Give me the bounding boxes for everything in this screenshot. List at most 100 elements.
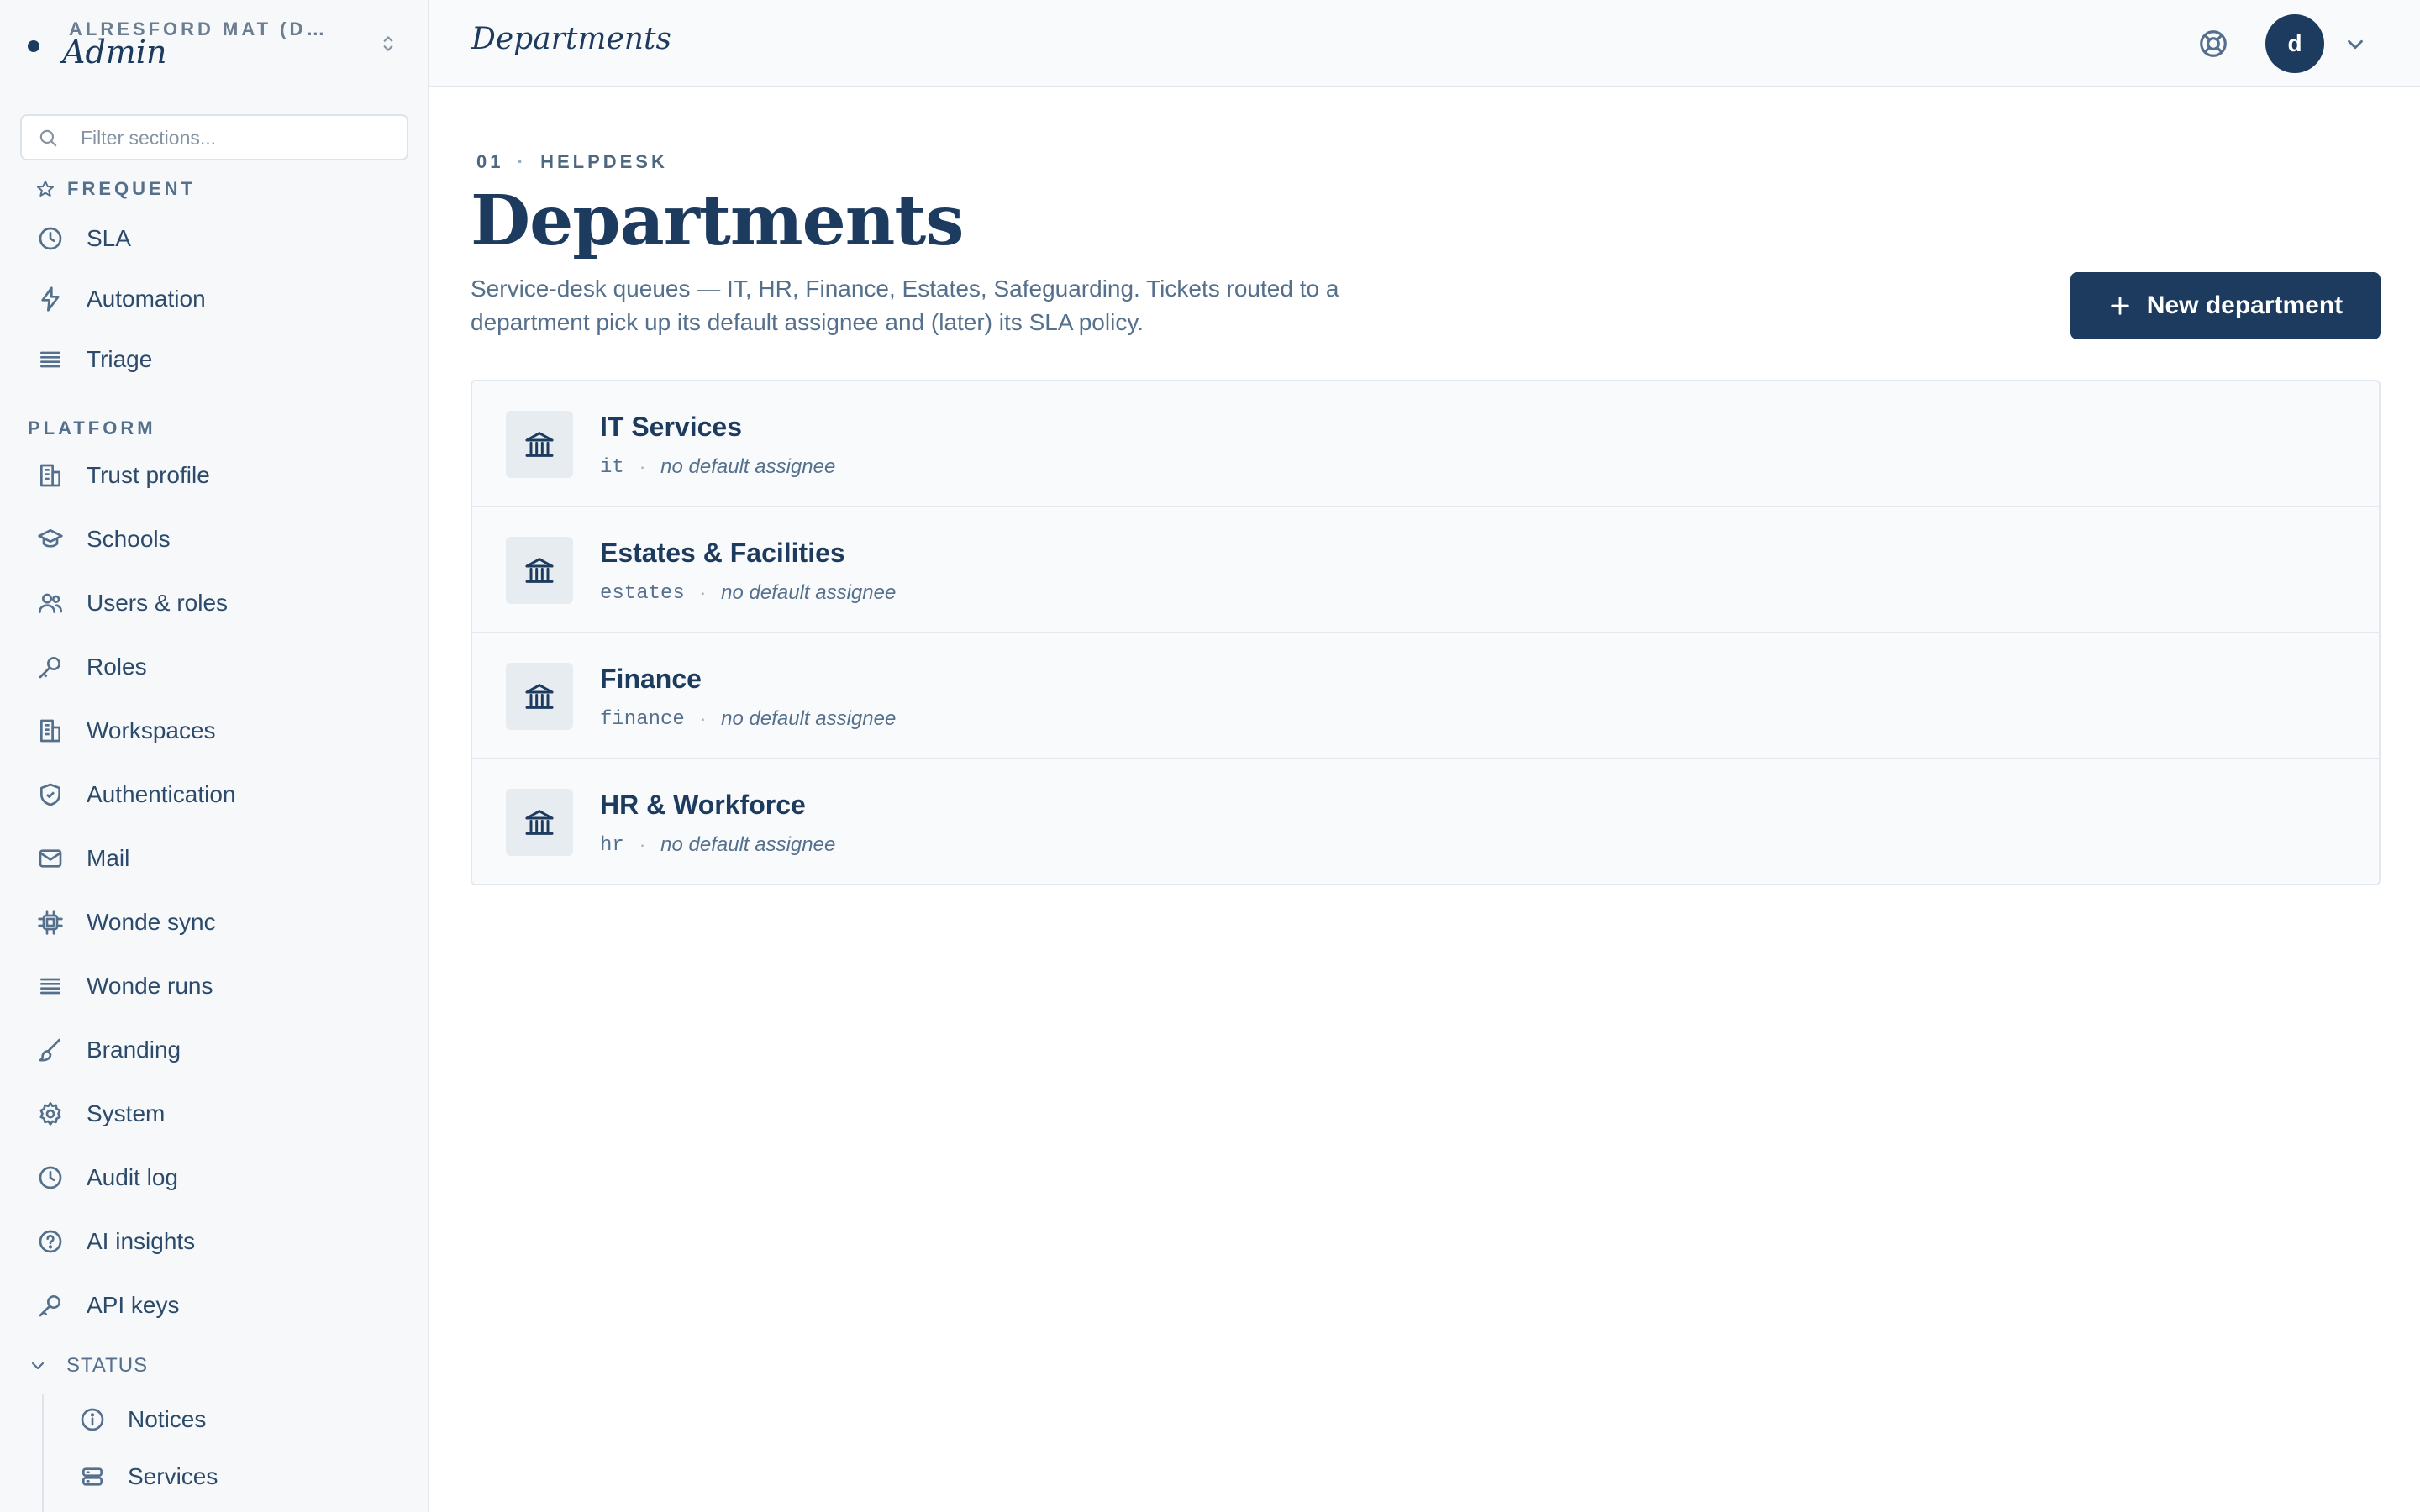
- eyebrow-number: 01: [476, 151, 504, 172]
- department-slug: hr: [600, 833, 624, 857]
- sidebar-item-roles[interactable]: Roles: [20, 641, 408, 693]
- app-name: Admin: [62, 34, 167, 71]
- filter-sections-input[interactable]: [81, 123, 400, 153]
- building-icon: [40, 719, 60, 743]
- sidebar-item-label: Roles: [87, 654, 147, 680]
- sidebar-item-sla[interactable]: SLA: [20, 213, 408, 265]
- new-department-button[interactable]: New department: [2070, 272, 2381, 339]
- sidebar-item-users-roles[interactable]: Users & roles: [20, 577, 408, 629]
- department-assignee: no default assignee: [660, 833, 836, 856]
- department-assignee: no default assignee: [721, 581, 897, 604]
- sidebar-item-label: Trust profile: [87, 462, 210, 488]
- sidebar-item-mail[interactable]: Mail: [20, 832, 408, 885]
- department-list: IT Services it · no default assignee Est…: [471, 380, 2381, 885]
- sidebar-item-authentication[interactable]: Authentication: [20, 769, 408, 821]
- sidebar-item-automation[interactable]: Automation: [20, 273, 408, 325]
- sidebar-item-wonde-runs[interactable]: Wonde runs: [20, 960, 408, 1012]
- sidebar-item-notices[interactable]: Notices: [62, 1394, 408, 1446]
- department-row[interactable]: Estates & Facilities estates · no defaul…: [472, 507, 2379, 633]
- new-department-label: New department: [2146, 291, 2344, 319]
- sidebar-item-label: Mail: [87, 845, 130, 871]
- sidebar-item-api-keys[interactable]: API keys: [20, 1279, 408, 1331]
- lifebuoy-icon[interactable]: [2197, 28, 2229, 60]
- sidebar-item-label: AI insights: [87, 1228, 196, 1254]
- sidebar-item-label: SLA: [87, 225, 131, 251]
- chevron-up-down-icon: [383, 36, 393, 51]
- bolt-icon: [41, 286, 60, 312]
- key-icon: [39, 1295, 60, 1317]
- department-row[interactable]: IT Services it · no default assignee: [472, 381, 2379, 507]
- brush-icon: [39, 1038, 60, 1062]
- sidebar-item-label: Wonde runs: [87, 973, 213, 999]
- sidebar-item-branding[interactable]: Branding: [20, 1024, 408, 1076]
- sidebar-item-services[interactable]: Services: [62, 1451, 408, 1503]
- eyebrow-section: HELPDESK: [540, 151, 668, 172]
- landmark-icon: [525, 432, 554, 457]
- department-name: IT Services: [600, 412, 742, 442]
- eyebrow-separator: ·: [517, 151, 527, 172]
- mail-icon: [39, 849, 62, 868]
- question-icon: [39, 1230, 62, 1253]
- meta-separator: ·: [639, 456, 646, 477]
- sidebar-item-label: Automation: [87, 286, 206, 312]
- plus-icon: [2111, 297, 2129, 315]
- platform-section-label: PLATFORM: [28, 417, 156, 438]
- sidebar-item-workspaces[interactable]: Workspaces: [20, 705, 408, 757]
- filter-sections-field[interactable]: [20, 114, 408, 160]
- list-icon: [40, 978, 60, 995]
- department-row[interactable]: HR & Workforce hr · no default assignee: [472, 759, 2379, 884]
- page-title: Departments: [471, 181, 964, 261]
- sidebar-item-label: Wonde sync: [87, 909, 216, 935]
- org-switcher[interactable]: ALRESFORD MAT (DEMO) Admin: [0, 0, 428, 87]
- department-icon-box: [506, 663, 573, 730]
- clock-icon: [39, 1166, 62, 1189]
- sidebar-item-label: Schools: [87, 526, 171, 552]
- topbar: Departments d: [429, 0, 2420, 87]
- sidebar-item-label: Authentication: [87, 781, 236, 807]
- building-icon: [40, 464, 60, 487]
- sidebar-item-audit-log[interactable]: Audit log: [20, 1152, 408, 1204]
- status-group-guide: [42, 1394, 44, 1512]
- sidebar-item-wonde-sync[interactable]: Wonde sync: [20, 896, 408, 948]
- department-assignee: no default assignee: [721, 707, 897, 730]
- sidebar: ALRESFORD MAT (DEMO) Admin FREQUENT SLA …: [0, 0, 429, 1512]
- department-name: Estates & Facilities: [600, 538, 845, 568]
- chevron-down-icon: [31, 1362, 45, 1370]
- sidebar-item-system[interactable]: System: [20, 1088, 408, 1140]
- sidebar-item-label: Audit log: [87, 1164, 178, 1190]
- landmark-icon: [525, 558, 554, 583]
- frequent-section-label: FREQUENT: [35, 178, 196, 200]
- sidebar-item-label: System: [87, 1100, 166, 1126]
- status-group-toggle[interactable]: STATUS: [28, 1354, 148, 1378]
- sidebar-item-label: Users & roles: [87, 590, 229, 616]
- department-meta: estates · no default assignee: [600, 581, 896, 605]
- sidebar-item-schools[interactable]: Schools: [20, 513, 408, 565]
- star-icon: [37, 181, 54, 197]
- user-avatar[interactable]: d: [2265, 14, 2324, 73]
- topbar-title: Departments: [471, 22, 671, 56]
- list-icon: [40, 351, 60, 368]
- landmark-icon: [525, 684, 554, 709]
- meta-separator: ·: [639, 834, 646, 855]
- search-icon: [39, 129, 57, 147]
- shield-icon: [40, 783, 60, 806]
- department-row[interactable]: Finance finance · no default assignee: [472, 633, 2379, 759]
- server-icon: [82, 1467, 103, 1486]
- sidebar-item-label: Notices: [128, 1406, 207, 1432]
- sidebar-item-trust-profile[interactable]: Trust profile: [20, 449, 408, 501]
- landmark-icon: [525, 810, 554, 835]
- chevron-down-icon[interactable]: [2343, 32, 2368, 57]
- sidebar-item-label: API keys: [87, 1292, 180, 1318]
- sidebar-item-label: Services: [128, 1463, 218, 1489]
- sidebar-item-triage[interactable]: Triage: [20, 333, 408, 386]
- gear-icon: [39, 1102, 61, 1126]
- department-slug: estates: [600, 581, 685, 605]
- meta-separator: ·: [699, 708, 707, 729]
- sidebar-item-label: Triage: [87, 346, 153, 372]
- key-icon: [39, 657, 60, 679]
- users-icon: [39, 593, 62, 613]
- department-meta: finance · no default assignee: [600, 707, 896, 731]
- clock-icon: [39, 227, 62, 250]
- department-meta: it · no default assignee: [600, 455, 835, 479]
- sidebar-item-ai-insights[interactable]: AI insights: [20, 1215, 408, 1268]
